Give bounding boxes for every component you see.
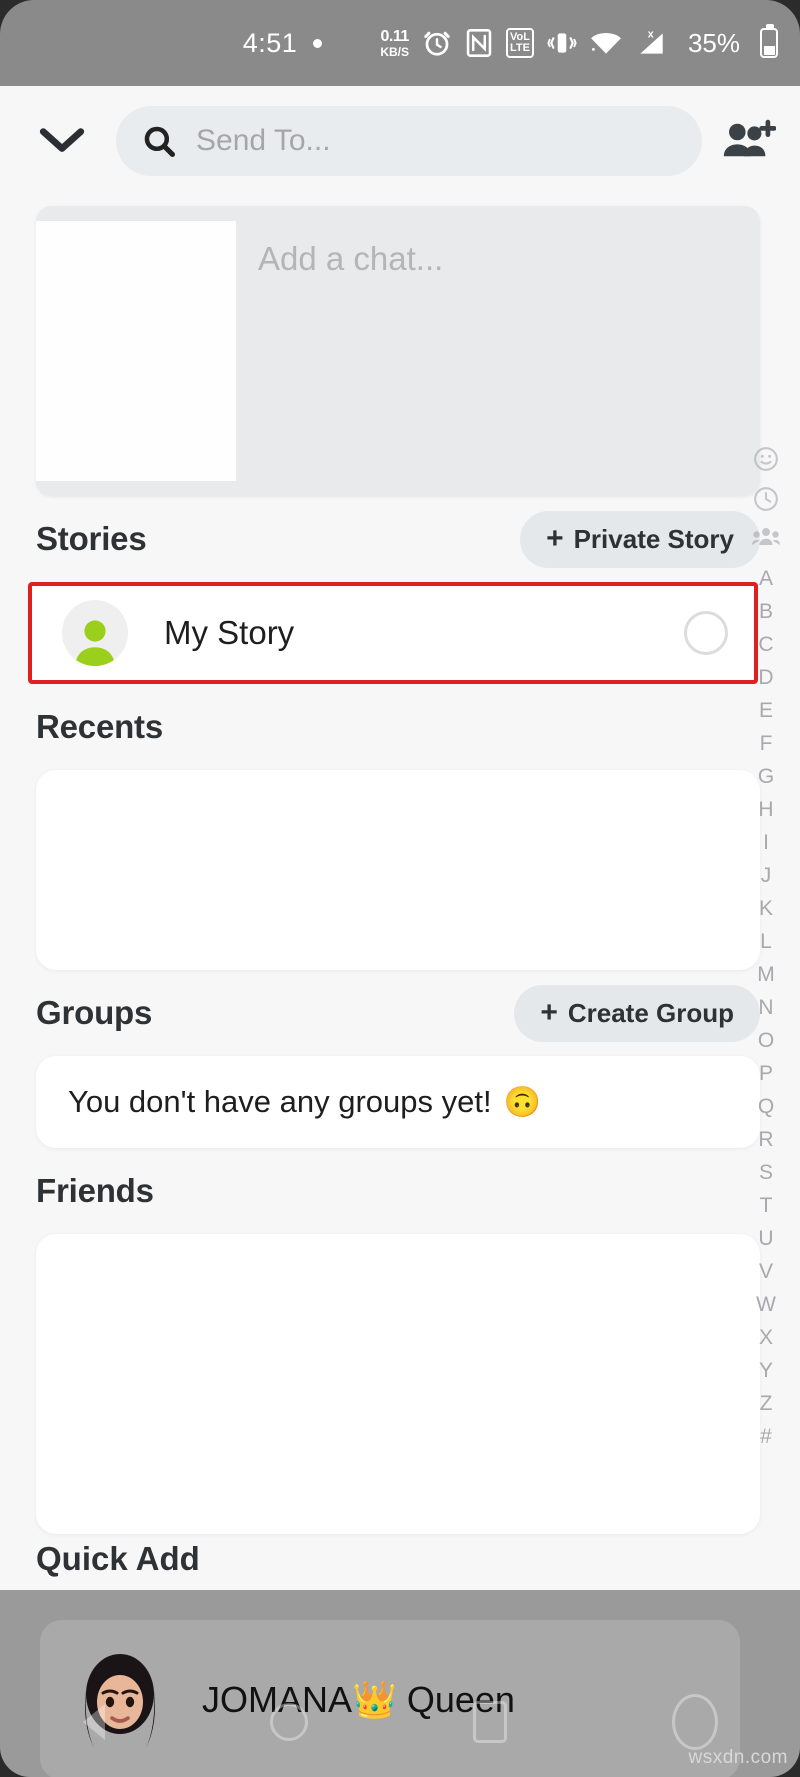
groups-title: Groups	[36, 994, 153, 1031]
alpha-letter[interactable]: Y	[759, 1354, 773, 1387]
private-story-label: Private Story	[573, 523, 734, 554]
recents-title: Recents	[36, 708, 163, 745]
alpha-letter[interactable]: V	[759, 1255, 773, 1288]
alpha-letter[interactable]: G	[758, 760, 774, 793]
create-group-label: Create Group	[567, 997, 734, 1028]
alpha-letter[interactable]: #	[760, 1420, 772, 1453]
alpha-letter[interactable]: S	[759, 1156, 773, 1189]
volte-label-bottom: LTE	[509, 42, 530, 54]
network-speed-value: 0.11	[380, 27, 410, 45]
volte-icon: VoL LTE	[505, 28, 534, 58]
groups-section-header: Groups + Create Group	[0, 970, 800, 1056]
alpha-letter[interactable]: P	[759, 1057, 773, 1090]
my-story-row[interactable]: My Story	[28, 582, 758, 684]
bottom-overlay: JOMANA👑 Queen wsxdn.com	[0, 1590, 800, 1777]
stories-section-header: Stories + Private Story	[0, 496, 800, 582]
network-speed-unit: KB/S	[380, 44, 409, 59]
phone-screen: 4:51 0.11 KB/S VoL LTE x 35% Send To... …	[0, 0, 800, 1777]
no-sim-signal-icon: x	[640, 29, 663, 54]
status-bar-clock: 4:51	[242, 27, 298, 58]
plus-icon: +	[546, 522, 564, 555]
alpha-letter[interactable]: F	[760, 727, 773, 760]
vibrate-icon	[547, 33, 577, 53]
alphabet-index-rail[interactable]: A B C D E F G H I J K L M N O P Q R S T …	[746, 446, 786, 1453]
groups-empty-card: You don't have any groups yet! 🙃	[36, 1056, 760, 1148]
friends-list[interactable]	[36, 1234, 760, 1534]
status-bar-icons: 0.11 KB/S VoL LTE x 35%	[380, 24, 778, 59]
alpha-letter[interactable]: C	[758, 628, 773, 661]
snapchat-send-to-screen: Send To... Add a chat... Stories + Priva…	[0, 86, 800, 1674]
network-speed-indicator: 0.11 KB/S	[380, 27, 410, 59]
alpha-letter[interactable]: U	[758, 1222, 773, 1255]
smiley-icon[interactable]	[753, 446, 779, 472]
friends-section-header: Friends	[0, 1148, 800, 1234]
alpha-letter[interactable]: X	[759, 1321, 773, 1354]
add-a-chat-card[interactable]: Add a chat...	[36, 206, 760, 496]
quick-add-name: JOMANA👑 Queen	[202, 1679, 515, 1720]
alpha-letter[interactable]: N	[758, 991, 773, 1024]
status-bar-notification-dot	[313, 38, 323, 48]
quick-add-item-row[interactable]: JOMANA👑 Queen	[40, 1620, 740, 1777]
alpha-letter[interactable]: K	[759, 892, 773, 925]
create-group-button[interactable]: + Create Group	[514, 984, 760, 1042]
groups-empty-message: You don't have any groups yet!	[68, 1084, 492, 1119]
private-story-button[interactable]: + Private Story	[520, 510, 760, 568]
search-placeholder-text: Send To...	[196, 124, 331, 157]
recents-section-header: Recents	[0, 684, 800, 770]
alpha-letter[interactable]: E	[759, 694, 773, 727]
clock-icon[interactable]	[753, 486, 779, 512]
chat-thumbnail	[36, 221, 236, 481]
alpha-letter[interactable]: L	[760, 925, 772, 958]
recents-list[interactable]	[36, 770, 760, 970]
battery-icon	[760, 24, 778, 58]
quick-add-title: Quick Add	[36, 1540, 200, 1577]
alpha-letter[interactable]: H	[758, 793, 773, 826]
group-icon[interactable]	[752, 526, 780, 548]
bitmoji-avatar-icon	[85, 1654, 155, 1748]
add-a-chat-placeholder: Add a chat...	[258, 240, 444, 277]
person-avatar-icon	[75, 620, 115, 666]
top-bar: Send To...	[0, 86, 800, 196]
add-friends-button[interactable]	[720, 112, 778, 170]
plus-icon: +	[540, 996, 558, 1029]
alpha-letter[interactable]: I	[763, 826, 769, 859]
alpha-letter[interactable]: B	[759, 595, 773, 628]
svg-text:x: x	[648, 29, 654, 41]
my-story-label: My Story	[164, 614, 295, 651]
chevron-down-icon	[39, 128, 85, 152]
search-icon	[144, 126, 176, 158]
add-friends-icon	[723, 119, 776, 157]
alpha-letter[interactable]: J	[761, 859, 772, 892]
alpha-letter[interactable]: O	[758, 1024, 774, 1057]
alpha-letter[interactable]: W	[756, 1288, 776, 1321]
alpha-letter[interactable]: R	[758, 1123, 773, 1156]
watermark: wsxdn.com	[688, 1747, 788, 1768]
alpha-letter[interactable]: T	[760, 1189, 773, 1222]
alpha-letter[interactable]: M	[757, 958, 775, 991]
upside-down-face-emoji: 🙃	[503, 1085, 541, 1119]
friends-title: Friends	[36, 1172, 154, 1209]
alpha-letter[interactable]: Q	[758, 1090, 774, 1123]
alarm-clock-icon	[424, 31, 450, 56]
search-input[interactable]: Send To...	[116, 106, 702, 176]
my-story-select-radio[interactable]	[684, 611, 728, 655]
alpha-letter[interactable]: A	[759, 562, 773, 595]
avatar	[62, 600, 128, 666]
collapse-button[interactable]	[34, 113, 90, 169]
alpha-letter[interactable]: D	[758, 661, 773, 694]
wifi-icon	[591, 33, 621, 54]
nfc-icon	[466, 29, 492, 57]
stories-title: Stories	[36, 520, 147, 557]
battery-percentage: 35%	[687, 27, 740, 58]
alpha-letter[interactable]: Z	[760, 1387, 773, 1420]
status-bar: 4:51 0.11 KB/S VoL LTE x 35%	[0, 0, 800, 86]
